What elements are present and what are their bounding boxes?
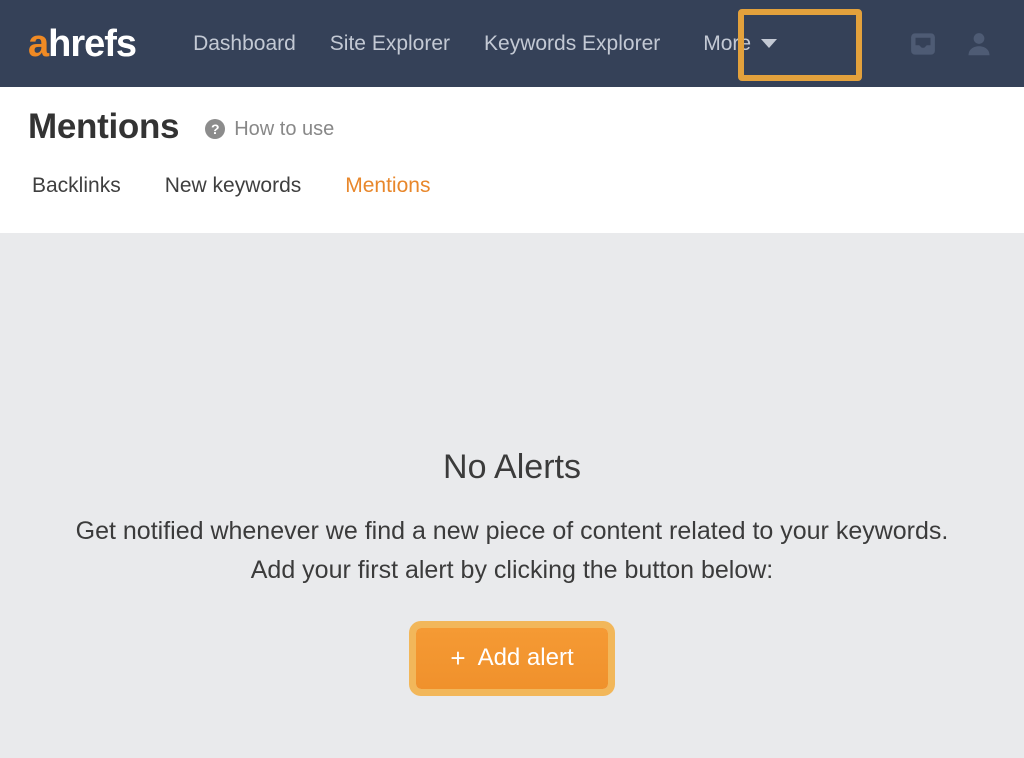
tab-mentions[interactable]: Mentions [341,168,434,204]
add-alert-button[interactable]: + Add alert [416,627,608,689]
ahrefs-logo[interactable]: ahrefs [28,22,137,65]
inbox-icon[interactable] [908,29,938,59]
title-row: Mentions ? How to use [28,87,996,144]
nav-links: Dashboard Site Explorer Keywords Explore… [176,21,791,67]
nav-more-label: More [703,31,752,55]
tab-bar: Backlinks New keywords Mentions [28,168,996,204]
logo-accent-letter: a [28,22,49,65]
add-alert-button-label: Add alert [477,643,574,671]
empty-state-description-line-2: Add your first alert by clicking the but… [250,556,774,585]
empty-state-description: Get notified whenever we find a new piec… [7,512,1017,590]
main-content-area: No Alerts Get notified whenever we find … [0,233,1024,758]
page-header: Mentions ? How to use Backlinks New keyw… [0,87,1024,323]
top-navigation-bar: ahrefs Dashboard Site Explorer Keywords … [0,0,1024,87]
how-to-use-link[interactable]: ? How to use [205,118,334,141]
how-to-use-label: How to use [234,117,335,140]
empty-state-description-line-1: Get notified whenever we find a new piec… [75,517,949,546]
add-alert-button-wrapper: + Add alert [0,627,1024,689]
nav-right-icons [908,29,1002,59]
logo-text: hrefs [48,22,137,65]
plus-icon: + [450,642,466,673]
tab-new-keywords[interactable]: New keywords [161,168,306,204]
user-account-icon[interactable] [964,29,994,59]
nav-more-button[interactable]: More [689,21,791,67]
nav-link-site-explorer[interactable]: Site Explorer [313,24,467,64]
question-mark-circle-icon: ? [205,119,226,139]
nav-link-dashboard[interactable]: Dashboard [176,24,313,64]
page-title: Mentions [28,107,180,146]
chevron-down-icon [761,39,778,48]
empty-state-title: No Alerts [443,448,581,486]
nav-link-keywords-explorer[interactable]: Keywords Explorer [467,24,677,64]
tab-backlinks[interactable]: Backlinks [28,168,125,204]
